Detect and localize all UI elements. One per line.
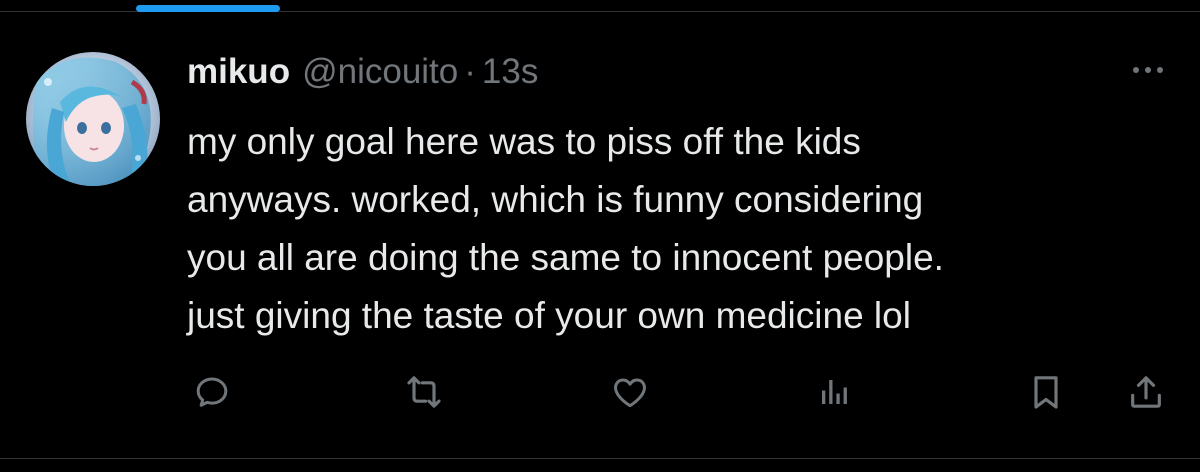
share-button[interactable] [1122, 370, 1170, 414]
tweet-text-line: my only goal here was to piss off the ki… [187, 121, 861, 162]
separator-dot: · [464, 52, 476, 91]
reply-button[interactable] [188, 370, 236, 414]
more-dot-icon [1133, 67, 1139, 73]
tab-indicator [136, 5, 280, 12]
bottom-divider [0, 458, 1200, 459]
display-name[interactable]: mikuo [187, 52, 290, 92]
bookmark-button[interactable] [1022, 370, 1070, 414]
views-icon [822, 380, 847, 404]
like-button[interactable] [606, 370, 654, 414]
reply-icon [196, 377, 228, 407]
tweet-header: mikuo @nicouito · 13s [187, 52, 538, 92]
more-dot-icon [1145, 67, 1151, 73]
tweet-text-line: you all are doing the same to innocent p… [187, 237, 944, 278]
tweet-text-line: just giving the taste of your own medici… [187, 295, 911, 336]
more-options-button[interactable] [1124, 58, 1172, 82]
timestamp[interactable]: 13s [482, 52, 538, 92]
views-button[interactable] [810, 370, 858, 414]
tweet-text: my only goal here was to piss off the ki… [187, 113, 1177, 345]
avatar-image [26, 52, 160, 186]
retweet-icon [407, 376, 441, 408]
retweet-button[interactable] [400, 370, 448, 414]
user-handle[interactable]: @nicouito [302, 52, 458, 92]
more-dot-icon [1157, 67, 1163, 73]
tweet-text-line: anyways. worked, which is funny consider… [187, 179, 924, 220]
heart-icon [614, 378, 646, 408]
share-icon [1131, 376, 1161, 408]
bookmark-icon [1034, 376, 1058, 409]
avatar[interactable] [26, 52, 160, 186]
